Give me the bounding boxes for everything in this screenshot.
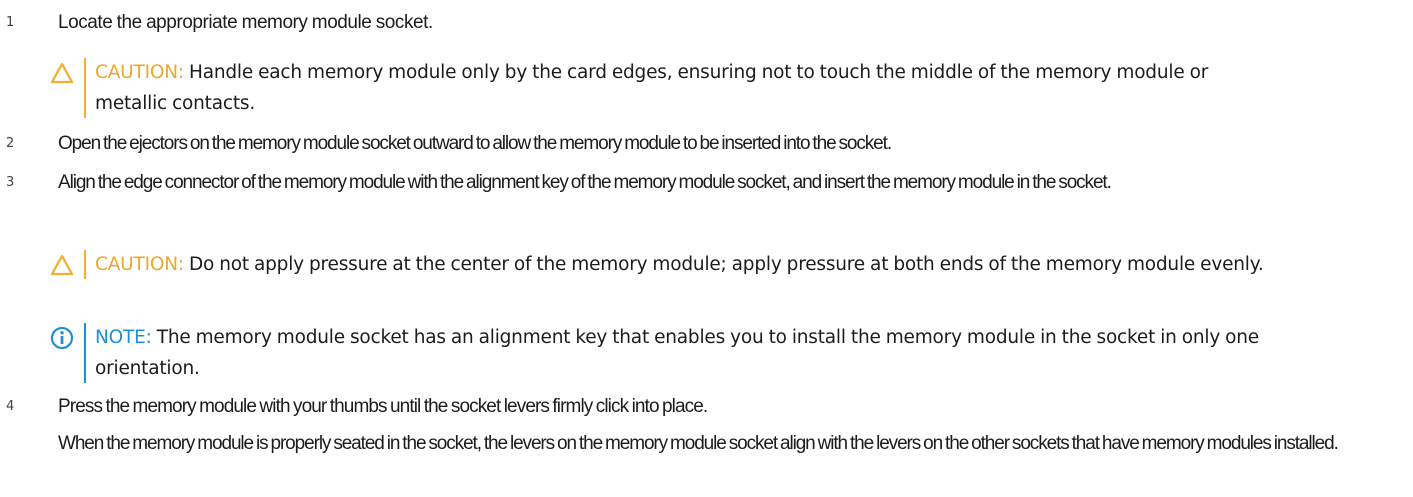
step-2: 2 Open the ejectors on the memory module…	[0, 129, 892, 159]
callout-text: Do not apply pressure at the center of t…	[188, 254, 1264, 275]
callout-label: NOTE:	[95, 327, 157, 348]
callout-text: The memory module socket has an alignmen…	[95, 327, 1259, 379]
callout-label: CAUTION:	[95, 62, 189, 83]
note-callout: NOTE: The memory module socket has an al…	[50, 322, 1315, 384]
step-4: 4 Press the memory module with your thum…	[0, 392, 1368, 459]
step-text: Align the edge connector of the memory m…	[58, 172, 1112, 193]
callout-label: CAUTION:	[95, 254, 189, 275]
caution-callout: CAUTION: Do not apply pressure at the ce…	[50, 249, 1285, 280]
step-1: 1 Locate the appropriate memory module s…	[0, 8, 433, 38]
step-number: 3	[6, 175, 15, 190]
warning-triangle-icon	[50, 62, 74, 84]
step-number: 1	[6, 15, 15, 30]
callout-text: Handle each memory module only by the ca…	[95, 62, 1209, 114]
step-text: Locate the appropriate memory module soc…	[58, 12, 433, 33]
callout-bar	[84, 323, 86, 383]
callout-bar	[84, 250, 86, 279]
callout-bar	[84, 58, 86, 118]
caution-callout: CAUTION: Handle each memory module only …	[50, 57, 1285, 119]
step-number: 4	[6, 399, 15, 414]
step-text: Open the ejectors on the memory module s…	[58, 133, 892, 154]
step-3: 3 Align the edge connector of the memory…	[0, 168, 1358, 198]
step-number: 2	[6, 136, 15, 151]
step-detail: When the memory module is properly seate…	[58, 433, 1339, 454]
info-circle-icon	[50, 326, 74, 350]
warning-triangle-icon	[50, 254, 74, 276]
step-text: Press the memory module with your thumbs…	[58, 396, 708, 417]
